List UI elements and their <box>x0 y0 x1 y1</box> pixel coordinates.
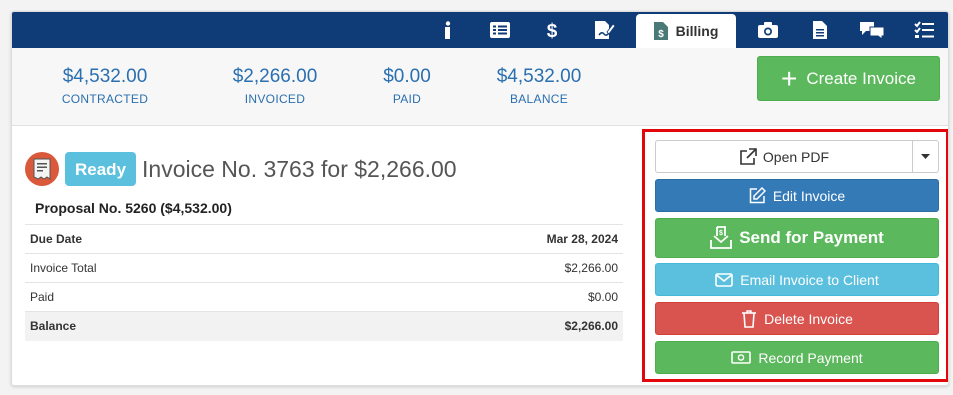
nav-tabs: $ $ Billing <box>422 12 948 48</box>
envelope-icon <box>715 272 734 287</box>
tab-messages[interactable] <box>846 12 898 48</box>
contracted-stat: $4,532.00 CONTRACTED <box>50 66 160 106</box>
tab-signature[interactable] <box>578 12 630 48</box>
caret-down-icon <box>921 154 930 159</box>
table-row: Paid $0.00 <box>25 282 623 312</box>
balance-stat: $4,532.00 BALANCE <box>484 66 594 106</box>
edit-icon <box>749 187 766 204</box>
plus-icon: + <box>781 62 798 94</box>
send-for-payment-button[interactable]: $ Send for Payment <box>655 218 939 258</box>
table-row: Balance $2,266.00 <box>25 311 623 341</box>
row-label: Invoice Total <box>25 253 315 283</box>
open-pdf-label: Open PDF <box>762 148 830 165</box>
invoiced-label: INVOICED <box>244 92 306 106</box>
create-invoice-label: Create Invoice <box>806 68 916 88</box>
proposal-reference: Proposal No. 5260 ($4,532.00) <box>35 200 232 216</box>
chat-icon <box>860 22 884 39</box>
invoiced-value: $2,266.00 <box>232 66 318 87</box>
invoice-header: Ready Invoice No. 3763 for $2,266.00 <box>25 152 457 186</box>
row-value: $2,266.00 <box>314 253 623 283</box>
tab-documents[interactable] <box>794 12 846 48</box>
row-value: $2,266.00 <box>314 311 623 341</box>
send-money-icon: $ <box>710 226 733 249</box>
invoice-dollar-icon: $ <box>653 22 668 40</box>
tab-details[interactable] <box>474 12 526 48</box>
contracted-label: CONTRACTED <box>61 92 149 106</box>
paid-value: $0.00 <box>383 66 431 87</box>
svg-text:$: $ <box>719 230 723 237</box>
edit-invoice-label: Edit Invoice <box>772 187 846 204</box>
tab-checklist[interactable] <box>898 12 948 48</box>
edit-invoice-button[interactable]: Edit Invoice <box>655 179 939 212</box>
balance-label: BALANCE <box>509 92 569 106</box>
pdf-options-dropdown[interactable] <box>912 140 939 173</box>
row-label: Paid <box>25 282 315 312</box>
document-icon <box>813 21 827 39</box>
row-value: Mar 28, 2024 <box>314 224 623 254</box>
delete-invoice-label: Delete Invoice <box>764 310 853 327</box>
svg-text:$: $ <box>547 21 558 40</box>
contracted-value: $4,532.00 <box>62 66 148 87</box>
paid-stat: $0.00 PAID <box>367 66 447 106</box>
list-icon <box>490 22 510 38</box>
create-invoice-button[interactable]: + Create Invoice <box>757 56 940 101</box>
tab-billing[interactable]: $ Billing <box>636 14 736 48</box>
external-link-icon <box>740 147 757 165</box>
billing-summary: $4,532.00 CONTRACTED $2,266.00 INVOICED … <box>12 48 948 126</box>
open-pdf-button[interactable]: Open PDF <box>655 140 913 173</box>
invoiced-stat: $2,266.00 INVOICED <box>220 66 330 106</box>
billing-panel: $ $ Billing $4,532.00 CONTRACTED $2,266.… <box>11 11 949 386</box>
invoice-title: Invoice No. 3763 for $2,266.00 <box>142 155 457 182</box>
record-payment-label: Record Payment <box>758 349 863 366</box>
money-bill-icon <box>731 351 752 364</box>
table-row: Invoice Total $2,266.00 <box>25 253 623 283</box>
paid-label: PAID <box>392 92 422 106</box>
record-payment-button[interactable]: Record Payment <box>655 341 939 374</box>
invoice-details-table: Due Date Mar 28, 2024 Invoice Total $2,2… <box>25 224 623 341</box>
status-badge: Ready <box>65 152 137 186</box>
table-row: Due Date Mar 28, 2024 <box>25 224 623 254</box>
dollar-icon: $ <box>547 21 558 40</box>
send-for-payment-label: Send for Payment <box>739 228 884 247</box>
email-invoice-button[interactable]: Email Invoice to Client <box>655 263 939 296</box>
info-icon <box>445 21 451 39</box>
camera-icon <box>758 22 778 38</box>
row-label: Balance <box>25 311 315 341</box>
trash-icon <box>742 310 757 328</box>
row-label: Due Date <box>25 224 315 254</box>
tab-billing-label: Billing <box>675 23 719 39</box>
invoice-actions: Open PDF Edit Invoice $ Send for Payment… <box>642 129 948 382</box>
checklist-icon <box>914 21 934 38</box>
row-value: $0.00 <box>314 282 623 312</box>
invoice-icon <box>25 152 59 186</box>
svg-text:$: $ <box>658 29 664 40</box>
tab-pricing[interactable]: $ <box>526 12 578 48</box>
tab-info[interactable] <box>422 12 474 48</box>
balance-value: $4,532.00 <box>496 66 582 87</box>
email-invoice-label: Email Invoice to Client <box>740 271 879 288</box>
delete-invoice-button[interactable]: Delete Invoice <box>655 302 939 335</box>
tab-photos[interactable] <box>742 12 794 48</box>
top-nav-bar: $ $ Billing <box>12 12 948 48</box>
signature-icon <box>595 21 615 39</box>
